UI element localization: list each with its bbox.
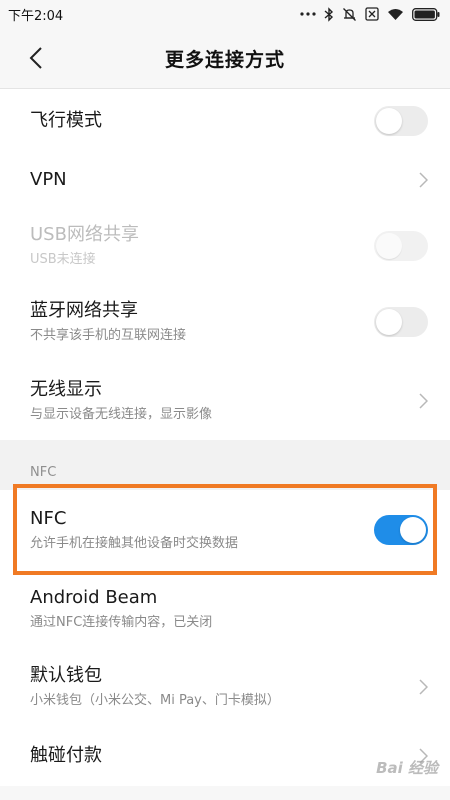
bluetooth-tethering-toggle[interactable]	[374, 307, 428, 337]
airplane-mode-toggle[interactable]	[374, 105, 428, 136]
nfc-desc: 允许手机在接触其他设备时交换数据	[30, 536, 239, 551]
wireless-display-desc: 与显示设备无线连接，显示影像	[30, 406, 213, 422]
vpn-row[interactable]: VPN	[0, 152, 450, 208]
status-icons	[300, 6, 440, 22]
usb-tethering-toggle	[374, 230, 428, 261]
default-wallet-desc: 小米钱包（小米公交、Mi Pay、门卡模拟）	[30, 693, 280, 708]
status-bar: 下午2:04	[0, 0, 450, 28]
chevron-right-icon	[419, 172, 428, 188]
toggle-knob	[376, 107, 402, 134]
usb-tethering-label: USB网络共享	[30, 223, 139, 245]
bluetooth-tethering-status: 不共享该手机的互联网连接	[30, 328, 187, 343]
airplane-mode-row[interactable]: 飞行模式	[0, 89, 450, 152]
title-bar: 更多连接方式	[0, 28, 450, 88]
page-title: 更多连接方式	[164, 48, 285, 71]
tap-pay-label: 触碰付款	[30, 745, 102, 766]
toggle-knob	[376, 232, 402, 259]
chevron-right-icon	[419, 679, 428, 695]
bluetooth-icon	[324, 6, 334, 22]
airplane-mode-label: 飞行模式	[30, 109, 102, 131]
status-time: 下午2:04	[8, 8, 64, 24]
android-beam-row[interactable]: Android Beam 通过NFC连接传输内容，已关闭	[0, 570, 450, 648]
wifi-icon	[388, 8, 403, 20]
usb-tethering-status: USB未连接	[30, 251, 96, 267]
toggle-knob	[376, 309, 402, 335]
mute-icon	[343, 7, 356, 21]
wireless-display-row[interactable]: 无线显示 与显示设备无线连接，显示影像	[0, 361, 450, 440]
more-dots-icon	[300, 12, 316, 16]
bluetooth-tethering-label: 蓝牙网络共享	[30, 300, 138, 321]
battery-icon	[412, 7, 440, 21]
watermark-logo: Bai 经验	[376, 759, 438, 777]
default-wallet-row[interactable]: 默认钱包 小米钱包（小米公交、Mi Pay、门卡模拟）	[0, 648, 450, 726]
bluetooth-tethering-row[interactable]: 蓝牙网络共享 不共享该手机的互联网连接	[0, 283, 450, 361]
sim-icon	[365, 7, 379, 21]
android-beam-label: Android Beam	[30, 587, 158, 608]
usb-tethering-row: USB网络共享 USB未连接	[0, 208, 450, 283]
chevron-left-icon	[29, 47, 42, 69]
android-beam-desc: 通过NFC连接传输内容，已关闭	[30, 615, 213, 630]
back-button[interactable]	[24, 46, 48, 70]
chevron-right-icon	[419, 392, 428, 409]
section-gap	[0, 440, 450, 490]
wireless-display-label: 无线显示	[30, 378, 102, 400]
nfc-label: NFC	[30, 508, 67, 529]
nfc-toggle[interactable]	[374, 515, 428, 545]
default-wallet-label: 默认钱包	[30, 665, 102, 686]
nfc-section-header: NFC	[30, 465, 57, 480]
nfc-row[interactable]: NFC 允许手机在接触其他设备时交换数据	[0, 490, 450, 570]
vpn-label: VPN	[30, 169, 67, 190]
toggle-knob	[400, 517, 426, 543]
